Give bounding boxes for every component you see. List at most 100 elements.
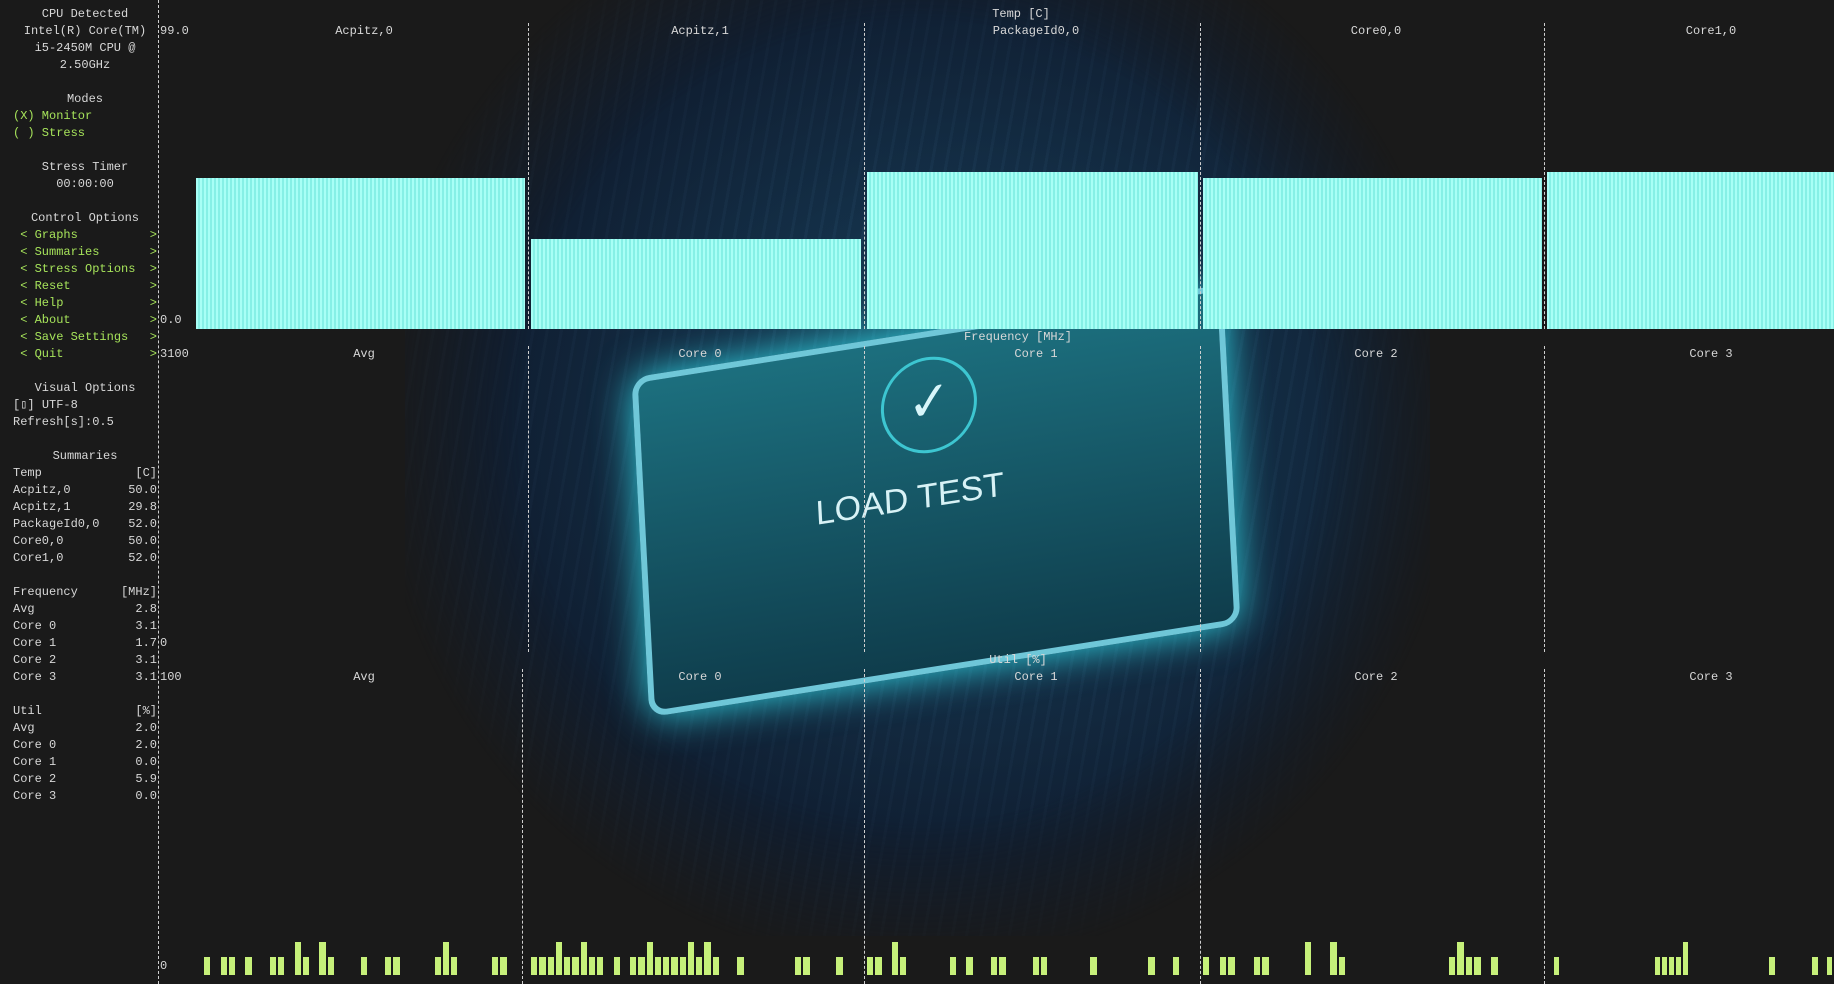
util-bar (630, 957, 637, 975)
util-bar (687, 942, 694, 975)
utf8-checkbox[interactable]: [▯] UTF-8 (13, 397, 157, 414)
summary-value: 3.1 (135, 653, 157, 667)
temp-bar (867, 172, 1198, 329)
freq-summary-row: Avg 2.8 (13, 601, 157, 618)
util-bar (572, 957, 579, 975)
summary-name: Core 2 (13, 653, 57, 667)
util-bar (671, 957, 678, 975)
summary-name: Avg (13, 602, 35, 616)
cpu-name-line: 2.50GHz (13, 57, 157, 74)
util-bar (547, 957, 554, 975)
summary-value: 3.1 (135, 619, 157, 633)
summaries-title: Summaries (13, 448, 157, 465)
summary-value: 50.0 (128, 534, 157, 548)
util-bar (588, 957, 595, 975)
axis-line (158, 0, 159, 984)
cpu-name-text: i5-2450M CPU @ (34, 41, 136, 55)
summary-name: Acpitz,1 (13, 500, 71, 514)
util-bar (1769, 957, 1775, 975)
menu-label: < About (13, 313, 71, 327)
menu-label: < Graphs (13, 228, 78, 242)
util-divider (1200, 669, 1201, 984)
temp-divider (1544, 23, 1545, 329)
util-bar (580, 942, 587, 975)
summary-value: 1.7 (135, 636, 157, 650)
sidebar: CPU Detected Intel(R) Core(TM) i5-2450M CP… (13, 6, 157, 805)
util-bar (875, 957, 882, 975)
util-bar (1661, 957, 1667, 975)
menu-label: < Summaries (13, 245, 100, 259)
util-bar (597, 957, 604, 975)
menu-button-save-settings[interactable]: < Save Settings > (13, 329, 157, 346)
util-bar (1228, 957, 1235, 975)
util-divider (1544, 669, 1545, 984)
freq-summary-row: Core 3 3.1 (13, 669, 157, 686)
util-bar (891, 942, 899, 975)
utf8-label: [▯] UTF-8 (13, 398, 78, 412)
mode-radio-monitor[interactable]: (X) Monitor (13, 108, 157, 125)
util-bar (360, 957, 367, 975)
chevron-right-icon: > (149, 245, 157, 259)
util-bar (1683, 942, 1689, 975)
util-series-label: Core 2 (1354, 670, 1398, 684)
temp-bar (1203, 178, 1542, 329)
util-bar (500, 957, 507, 975)
temp-series-label: Core1,0 (1685, 24, 1737, 38)
util-bar (704, 942, 711, 975)
cpu-name-text: Intel(R) Core(TM) (23, 24, 147, 38)
util-bar (539, 957, 546, 975)
summary-header: Util (13, 704, 42, 718)
menu-button-quit[interactable]: < Quit > (13, 346, 157, 363)
util-bar (1203, 957, 1210, 975)
summary-unit: [MHz] (120, 585, 157, 599)
menu-label: < Save Settings (13, 330, 129, 344)
util-bar (1465, 957, 1473, 975)
util-bar (245, 957, 252, 975)
util-bar (1668, 957, 1675, 975)
summary-name: Core 1 (13, 755, 57, 769)
freq-divider (1544, 346, 1545, 652)
chevron-right-icon: > (149, 262, 157, 276)
menu-label: < Stress Options (13, 262, 136, 276)
summary-unit: [%] (135, 704, 157, 718)
util-bar (696, 957, 703, 975)
checkmark-icon: ✓ (878, 349, 980, 461)
summary-header: Temp (13, 466, 42, 480)
timer-value: 00:00:00 (56, 177, 114, 191)
freq-summary-row: Core 1 1.7 (13, 635, 157, 652)
util-divider (522, 669, 523, 984)
util-series-label: Core 3 (1689, 670, 1733, 684)
menu-button-summaries[interactable]: < Summaries > (13, 244, 157, 261)
summary-value: 0.0 (135, 755, 157, 769)
freq-summary-row: Core 2 3.1 (13, 652, 157, 669)
modes-title-text: Modes (66, 92, 103, 106)
util-summary-row: Core 0 2.0 (13, 737, 157, 754)
menu-button-graphs[interactable]: < Graphs > (13, 227, 157, 244)
util-bar (900, 957, 907, 975)
temp-axis-max: 99.0 (160, 24, 189, 38)
timer-title-text: Stress Timer (41, 160, 129, 174)
util-bar (1457, 942, 1464, 975)
mode-radio-stress[interactable]: ( ) Stress (13, 125, 157, 142)
chevron-right-icon: > (149, 228, 157, 242)
temp-bar (196, 178, 525, 329)
freq-series-label: Core 2 (1354, 347, 1398, 361)
menu-button-reset[interactable]: < Reset > (13, 278, 157, 295)
temp-divider (1200, 23, 1201, 329)
util-bar (204, 957, 211, 975)
summary-value: 0.0 (135, 789, 157, 803)
util-bar (1304, 942, 1312, 975)
temp-divider (864, 23, 865, 329)
menu-button-about[interactable]: < About > (13, 312, 157, 329)
util-bar (1812, 957, 1818, 975)
util-bar (836, 957, 843, 975)
menu-button-stress-options[interactable]: < Stress Options > (13, 261, 157, 278)
temp-bar (531, 239, 861, 329)
stress-timer-title: Stress Timer (13, 159, 157, 176)
util-bar (654, 957, 661, 975)
cpu-title: CPU Detected (13, 6, 157, 23)
refresh-setting[interactable]: Refresh[s]:0.5 (13, 414, 157, 431)
util-bar (1676, 957, 1682, 975)
menu-button-help[interactable]: < Help > (13, 295, 157, 312)
util-bar (949, 957, 957, 975)
